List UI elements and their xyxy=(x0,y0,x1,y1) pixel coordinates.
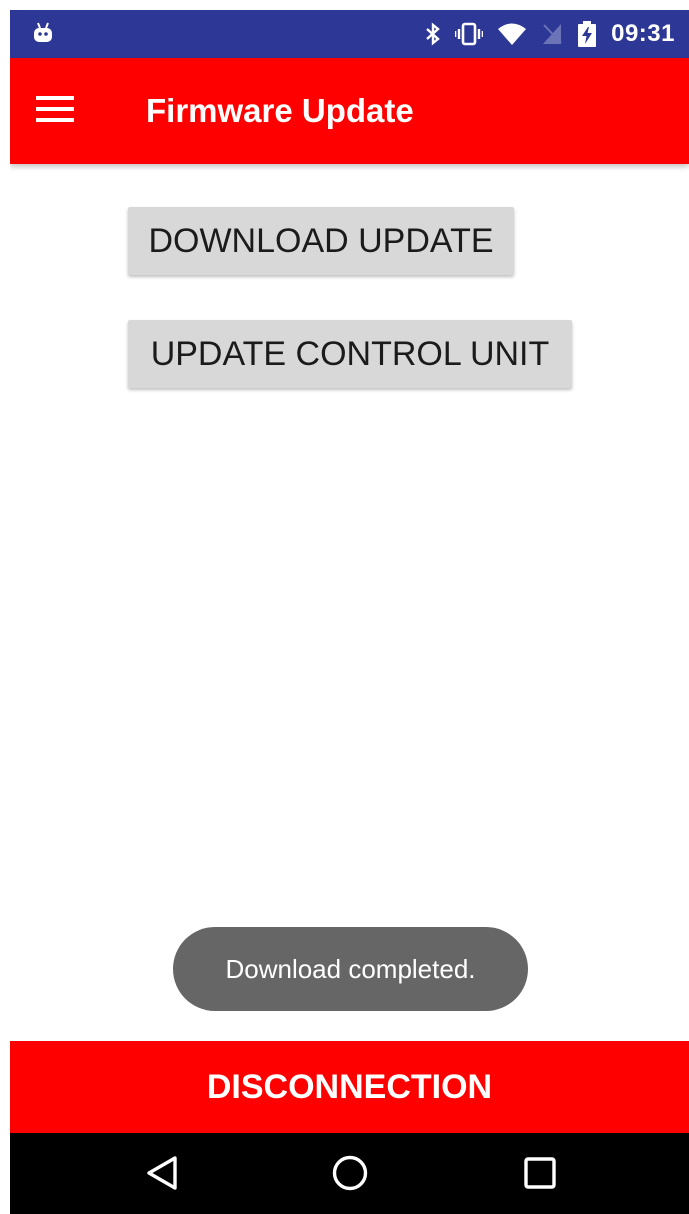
home-button[interactable] xyxy=(328,1153,372,1197)
wifi-icon xyxy=(497,22,527,46)
status-bar: 09:31 xyxy=(10,10,689,58)
hamburger-menu-icon xyxy=(36,95,74,128)
update-control-unit-button[interactable]: UPDATE CONTROL UNIT xyxy=(128,320,572,388)
bluetooth-icon xyxy=(425,22,441,46)
back-button[interactable] xyxy=(140,1153,184,1197)
navigation-bar xyxy=(10,1133,689,1214)
download-update-button[interactable]: DOWNLOAD UPDATE xyxy=(128,207,514,275)
android-notification-icon xyxy=(32,22,54,44)
vibrate-icon xyxy=(455,22,484,46)
clock-time: 09:31 xyxy=(611,20,675,47)
menu-button[interactable] xyxy=(32,88,78,134)
disconnect-button[interactable]: DISCONNECTION xyxy=(10,1041,689,1133)
no-sim-icon xyxy=(541,22,563,46)
battery-charging-icon xyxy=(577,21,597,47)
home-icon xyxy=(331,1154,369,1197)
page-title: Firmware Update xyxy=(146,92,414,129)
toast-message: Download completed. xyxy=(173,927,528,1011)
recents-button[interactable] xyxy=(518,1153,562,1197)
status-icons: 09:31 xyxy=(425,10,675,58)
recents-icon xyxy=(524,1156,556,1194)
phone-screen: 09:31 Firmware Update DOWNLOAD UPDATE UP… xyxy=(10,10,689,1214)
back-icon xyxy=(145,1155,179,1196)
app-bar: Firmware Update xyxy=(10,58,689,164)
